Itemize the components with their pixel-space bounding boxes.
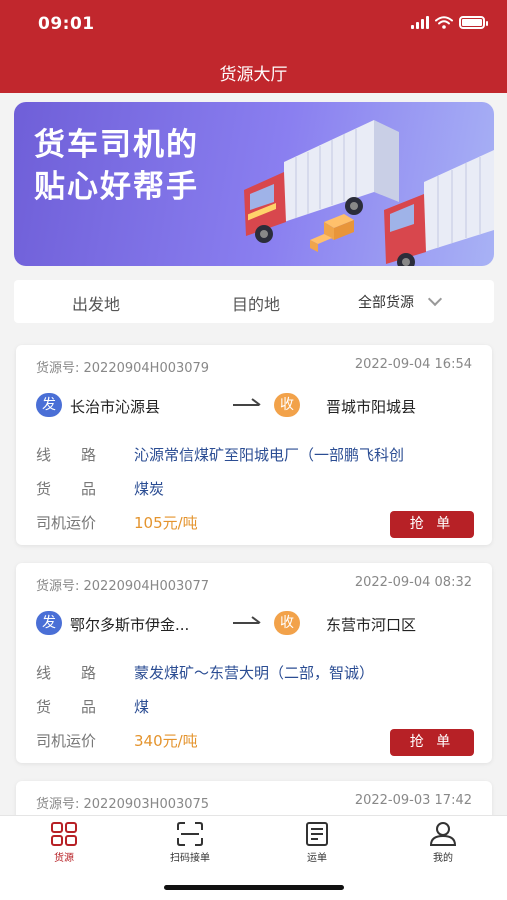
- tab-scan[interactable]: 扫码接单: [140, 822, 240, 864]
- grid-icon: [51, 822, 77, 846]
- route-row: 线 路 蒙发煤矿～东营大明（二部，智诚）: [36, 661, 476, 683]
- to-badge: 收: [274, 611, 300, 635]
- tab-label: 我的: [433, 853, 453, 864]
- cargo-card[interactable]: 货源号: 20220904H003077 2022-09-04 08:32 发 …: [16, 563, 492, 763]
- price-value: 105元/吨: [134, 513, 198, 532]
- tab-label: 运单: [307, 853, 327, 864]
- banner-slogan: 货车司机的 贴心好帮手: [34, 124, 199, 208]
- scan-icon: [177, 822, 203, 846]
- price-row: 司机运价 105元/吨: [36, 511, 372, 533]
- filter-bar: 出发地 目的地 全部货源: [14, 280, 494, 323]
- goods-value: 煤: [134, 697, 150, 716]
- document-icon: [306, 822, 328, 846]
- arrow-right-icon: [233, 398, 261, 406]
- goods-label: 货 品: [36, 479, 97, 498]
- cargo-card[interactable]: 货源号: 20220904H003079 2022-09-04 16:54 发 …: [16, 345, 492, 545]
- tab-label: 扫码接单: [170, 853, 210, 864]
- status-icons: [411, 16, 488, 29]
- trucks-illustration: [244, 120, 494, 266]
- price-row: 司机运价 340元/吨: [36, 729, 372, 751]
- cargo-type-dropdown[interactable]: 全部货源: [358, 291, 443, 312]
- route-label: 线 路: [36, 663, 97, 682]
- wifi-icon: [435, 16, 453, 29]
- route-label: 线 路: [36, 445, 97, 464]
- tab-mine[interactable]: 我的: [393, 822, 493, 864]
- from-badge: 发: [36, 393, 62, 417]
- cargo-time: 2022-09-03 17:42: [354, 793, 472, 808]
- status-bar: 09:01: [0, 0, 507, 50]
- cargo-time: 2022-09-04 16:54: [354, 357, 472, 372]
- route-value: 蒙发煤矿～东营大明（二部，智诚）: [134, 663, 375, 682]
- cargo-id: 货源号: 20220903H003075: [36, 797, 210, 812]
- cargo-id: 货源号: 20220904H003077: [36, 579, 210, 594]
- grab-order-button[interactable]: 抢 单: [390, 729, 474, 756]
- price-label: 司机运价: [36, 513, 97, 532]
- price-label: 司机运价: [36, 731, 97, 750]
- tab-label: 货源: [54, 853, 74, 864]
- cellular-signal-icon: [411, 16, 429, 29]
- to-badge: 收: [274, 393, 300, 417]
- route-summary: 发 长治市沁源县 收 晋城市阳城县: [36, 393, 476, 419]
- destination-filter[interactable]: 目的地: [232, 291, 280, 315]
- banner-line-1: 货车司机的: [34, 127, 199, 163]
- from-city: 长治市沁源县: [70, 398, 161, 416]
- arrow-right-icon: [233, 616, 261, 624]
- status-time: 09:01: [38, 14, 95, 34]
- from-badge: 发: [36, 611, 62, 635]
- goods-row: 货 品 煤炭: [36, 477, 476, 499]
- origin-filter[interactable]: 出发地: [72, 291, 120, 315]
- app-header: 09:01 货源大厅: [0, 0, 507, 93]
- from-city: 鄂尔多斯市伊金...: [70, 616, 190, 634]
- page-title: 货源大厅: [219, 65, 288, 85]
- tab-waybill[interactable]: 运单: [267, 822, 367, 864]
- banner-line-2: 贴心好帮手: [34, 169, 199, 205]
- chevron-down-icon: [427, 291, 443, 307]
- cargo-time: 2022-09-04 08:32: [354, 575, 472, 590]
- grab-order-button[interactable]: 抢 单: [390, 511, 474, 538]
- goods-label: 货 品: [36, 697, 97, 716]
- tab-cargo[interactable]: 货源: [14, 822, 114, 864]
- price-value: 340元/吨: [134, 731, 198, 750]
- cargo-id: 货源号: 20220904H003079: [36, 361, 210, 376]
- to-city: 东营市河口区: [326, 616, 417, 634]
- cargo-type-label: 全部货源: [358, 295, 414, 311]
- to-city: 晋城市阳城县: [326, 398, 417, 416]
- battery-icon: [459, 16, 488, 29]
- goods-value: 煤炭: [134, 479, 165, 498]
- home-indicator[interactable]: [164, 885, 344, 890]
- promo-banner[interactable]: 货车司机的 贴心好帮手: [14, 102, 494, 266]
- route-row: 线 路 沁源常信煤矿至阳城电厂（一部鹏飞科创: [36, 443, 476, 465]
- route-value: 沁源常信煤矿至阳城电厂（一部鹏飞科创: [134, 445, 405, 464]
- user-icon: [429, 822, 457, 846]
- route-summary: 发 鄂尔多斯市伊金... 收 东营市河口区: [36, 611, 476, 637]
- goods-row: 货 品 煤: [36, 695, 476, 717]
